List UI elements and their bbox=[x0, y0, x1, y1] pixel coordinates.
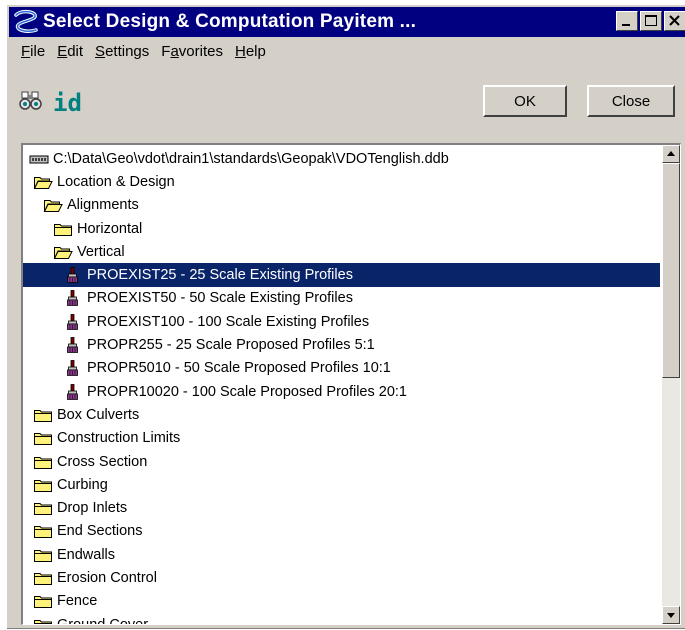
tree-row-label: PROEXIST50 - 50 Scale Existing Profiles bbox=[87, 290, 353, 307]
tree-row[interactable]: Box Culverts bbox=[23, 403, 660, 426]
paintbrush-icon bbox=[63, 383, 83, 400]
ok-button-label: OK bbox=[514, 92, 536, 110]
tree-row-label: Alignments bbox=[67, 197, 139, 214]
menu-bar: File Edit Settings Favorites Help bbox=[15, 41, 272, 63]
tree-row-label: Construction Limits bbox=[57, 430, 181, 447]
tree-row[interactable]: Fence bbox=[23, 590, 660, 613]
tree-row-label: Endwalls bbox=[57, 546, 116, 563]
tree-row[interactable]: Erosion Control bbox=[23, 566, 660, 589]
tree-row[interactable]: End Sections bbox=[23, 520, 660, 543]
menu-edit[interactable]: Edit bbox=[51, 41, 89, 63]
minimize-icon bbox=[622, 24, 630, 26]
paintbrush-icon bbox=[63, 290, 83, 307]
tree-row-label: Box Culverts bbox=[57, 406, 140, 423]
close-window-button[interactable] bbox=[664, 11, 685, 31]
tree-row[interactable]: PROPR5010 - 50 Scale Proposed Profiles 1… bbox=[23, 357, 660, 380]
folder-open-icon bbox=[53, 244, 73, 260]
tree-row-label: PROEXIST100 - 100 Scale Existing Profile… bbox=[87, 313, 370, 330]
tree-row[interactable]: Construction Limits bbox=[23, 427, 660, 450]
payitem-tree[interactable]: C:\Data\Geo\vdot\drain1\standards\Geopak… bbox=[21, 143, 681, 625]
menu-file[interactable]: File bbox=[15, 41, 51, 63]
geopak-app-icon bbox=[14, 9, 38, 33]
tree-row[interactable]: PROEXIST100 - 100 Scale Existing Profile… bbox=[23, 310, 660, 333]
tree-row-label: PROPR5010 - 50 Scale Proposed Profiles 1… bbox=[87, 360, 391, 377]
tree-row[interactable]: Curbing bbox=[23, 473, 660, 496]
binoculars-icon bbox=[19, 91, 42, 110]
tree-row-label: Curbing bbox=[57, 476, 108, 493]
tree-row-label: Horizontal bbox=[77, 220, 143, 237]
paintbrush-icon bbox=[63, 313, 83, 330]
tree-row-label: PROPR10020 - 100 Scale Proposed Profiles… bbox=[87, 383, 407, 400]
close-button[interactable]: Close bbox=[587, 85, 675, 117]
tree-rows: C:\Data\Geo\vdot\drain1\standards\Geopak… bbox=[23, 147, 660, 625]
folder-icon bbox=[33, 430, 53, 446]
tree-row[interactable]: Location & Design bbox=[23, 170, 660, 193]
vertical-scrollbar[interactable] bbox=[662, 145, 680, 624]
paintbrush-icon bbox=[63, 360, 83, 377]
tree-row-label: Vertical bbox=[77, 243, 125, 260]
title-bar[interactable]: Select Design & Computation Payitem ... bbox=[9, 7, 685, 37]
window-controls bbox=[616, 11, 685, 31]
tree-row-label: Cross Section bbox=[57, 453, 148, 470]
folder-icon bbox=[33, 523, 53, 539]
folder-icon bbox=[33, 477, 53, 493]
scroll-down-button[interactable] bbox=[662, 606, 680, 624]
drive-icon bbox=[29, 151, 49, 167]
id-label: id bbox=[53, 88, 82, 117]
tree-row-label: PROEXIST25 - 25 Scale Existing Profiles bbox=[87, 267, 353, 284]
folder-open-icon bbox=[43, 197, 63, 213]
menu-help[interactable]: Help bbox=[229, 41, 272, 63]
tree-row-label: End Sections bbox=[57, 523, 143, 540]
tree-row-label: C:\Data\Geo\vdot\drain1\standards\Geopak… bbox=[53, 150, 449, 167]
tree-row-label: Ground Cover bbox=[57, 616, 149, 625]
tree-row[interactable]: PROEXIST25 - 25 Scale Existing Profiles bbox=[23, 263, 660, 287]
paintbrush-icon bbox=[63, 337, 83, 353]
menu-settings[interactable]: Settings bbox=[89, 41, 155, 63]
folder-icon bbox=[33, 547, 53, 563]
tree-row-label: Erosion Control bbox=[57, 569, 157, 586]
tree-row[interactable]: Drop Inlets bbox=[23, 496, 660, 519]
tree-row[interactable]: Endwalls bbox=[23, 543, 660, 566]
folder-icon bbox=[33, 407, 53, 423]
folder-icon bbox=[53, 221, 73, 237]
tree-row-label: Drop Inlets bbox=[57, 500, 128, 517]
find-button[interactable] bbox=[19, 89, 43, 116]
folder-icon bbox=[33, 570, 53, 586]
close-button-label: Close bbox=[611, 92, 651, 110]
tree-row[interactable]: Vertical bbox=[23, 240, 660, 263]
tree-row[interactable]: Horizontal bbox=[23, 217, 660, 240]
scrollbar-thumb[interactable] bbox=[662, 163, 680, 378]
maximize-icon bbox=[645, 15, 657, 26]
close-icon bbox=[669, 15, 680, 26]
arrow-up-icon bbox=[667, 151, 675, 156]
tree-row-label: PROPR255 - 25 Scale Proposed Profiles 5:… bbox=[87, 337, 375, 354]
tree-row[interactable]: PROEXIST50 - 50 Scale Existing Profiles bbox=[23, 287, 660, 310]
tree-row[interactable]: Alignments bbox=[23, 194, 660, 217]
toolbar: id bbox=[19, 89, 82, 116]
folder-open-icon bbox=[33, 174, 53, 190]
folder-icon bbox=[33, 500, 53, 516]
folder-icon bbox=[33, 454, 53, 470]
tree-row[interactable]: Ground Cover bbox=[23, 613, 660, 625]
tree-row[interactable]: Cross Section bbox=[23, 450, 660, 473]
payitem-dialog: Select Design & Computation Payitem ... … bbox=[6, 4, 685, 629]
arrow-down-icon bbox=[667, 613, 675, 618]
ok-button[interactable]: OK bbox=[483, 85, 567, 117]
maximize-button[interactable] bbox=[640, 11, 662, 31]
folder-icon bbox=[33, 593, 53, 609]
tree-row-label: Fence bbox=[57, 593, 98, 610]
menu-favorites[interactable]: Favorites bbox=[155, 41, 229, 63]
folder-icon bbox=[33, 617, 53, 624]
tree-row[interactable]: C:\Data\Geo\vdot\drain1\standards\Geopak… bbox=[23, 147, 660, 170]
paintbrush-icon bbox=[63, 267, 83, 284]
tree-row[interactable]: PROPR10020 - 100 Scale Proposed Profiles… bbox=[23, 380, 660, 403]
minimize-button[interactable] bbox=[616, 11, 638, 31]
scroll-up-button[interactable] bbox=[662, 145, 680, 163]
window-title: Select Design & Computation Payitem ... bbox=[43, 11, 417, 32]
tree-row[interactable]: PROPR255 - 25 Scale Proposed Profiles 5:… bbox=[23, 333, 660, 356]
id-button[interactable]: id bbox=[53, 88, 82, 117]
tree-row-label: Location & Design bbox=[57, 173, 175, 190]
